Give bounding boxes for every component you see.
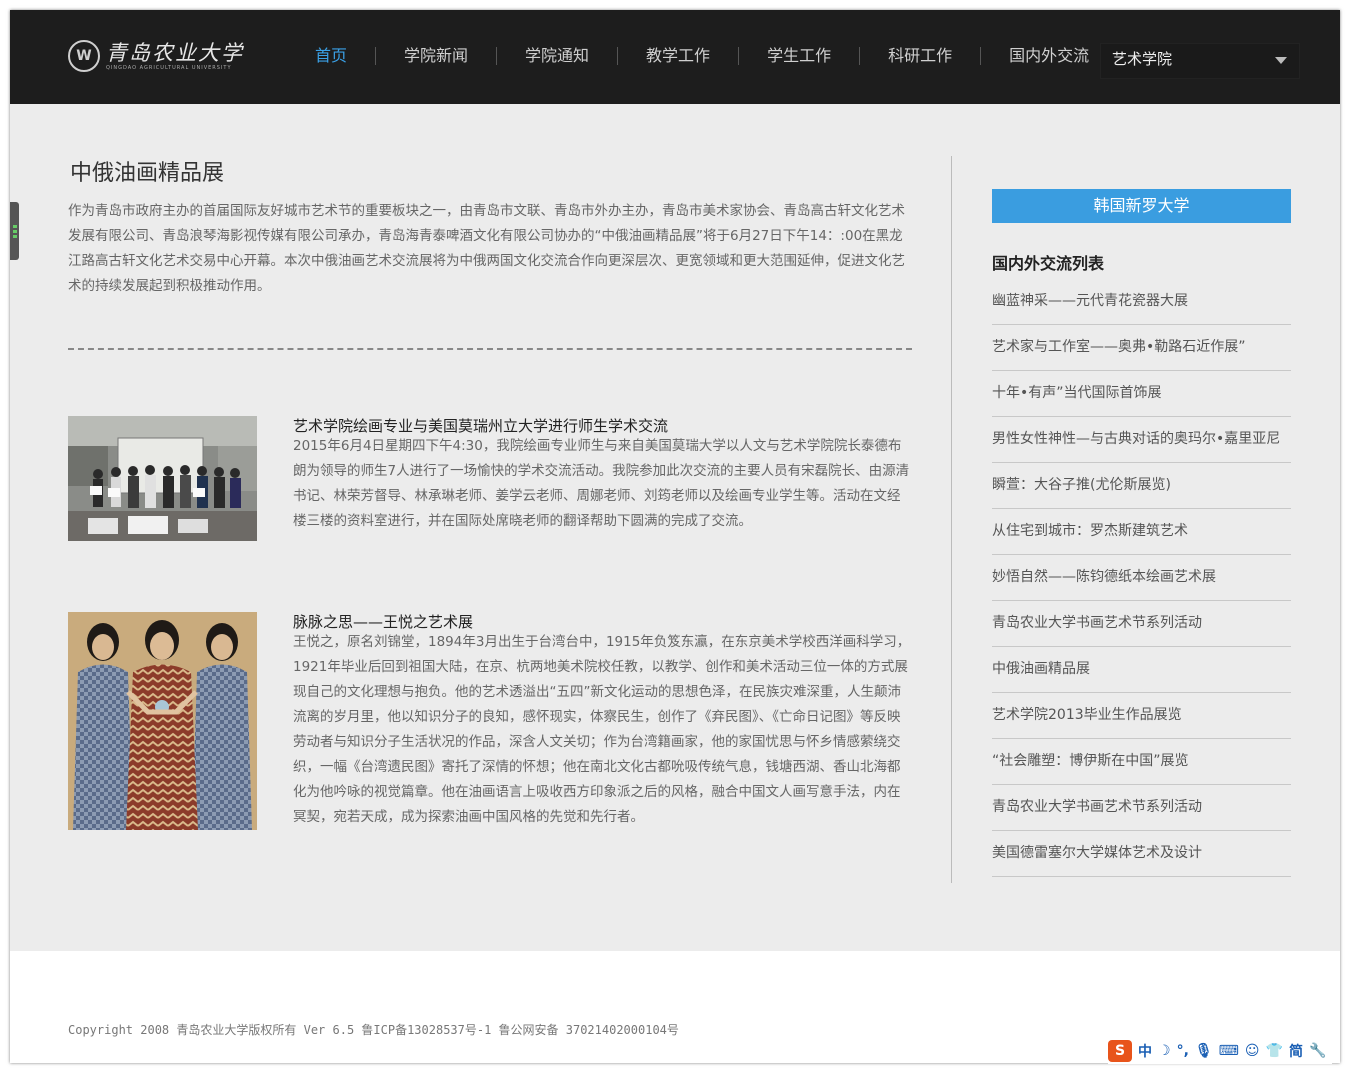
exchange-list-item[interactable]: 中俄油画精品展 [992,648,1291,693]
wrench-icon[interactable]: 🔧 [1309,1043,1326,1059]
college-select[interactable]: 艺术学院 [1100,43,1300,79]
nav-exchange[interactable]: 国内外交流 [980,47,1117,65]
article-summary: 2015年6月4日星期四下午4:30，我院绘画专业师生与来自美国莫瑞大学以人文与… [293,438,910,529]
simplified-toggle[interactable]: 简 [1289,1041,1303,1061]
college-select-value: 艺术学院 [1112,50,1173,68]
article-title[interactable]: 艺术学院绘画专业与美国莫瑞州立大学进行师生学术交流 [293,416,668,436]
exchange-list-item[interactable]: 十年•有声”当代国际首饰展 [992,372,1291,417]
microphone-icon[interactable]: 🎙 [1195,1043,1213,1059]
nav-research[interactable]: 科研工作 [859,47,980,65]
nav-teaching[interactable]: 教学工作 [617,47,738,65]
header: W 青岛农业大学 QINGDAO AGRICULTURAL UNIVERSITY… [10,10,1340,104]
punctuation-icon[interactable]: °, [1177,1043,1189,1059]
exchange-list: 幽蓝神采——元代青花瓷器大展 艺术家与工作室——奥弗•勒路石近作展” 十年•有声… [992,280,1291,878]
moon-icon[interactable]: ☽ [1158,1043,1171,1059]
exchange-list-item[interactable]: 瞬萱：大谷子推(尤伦斯展览) [992,464,1291,509]
exchange-list-item[interactable]: 男性女性神性—与古典对话的奥玛尔•嘉里亚尼 [992,418,1291,463]
ime-toolbar: S 中 ☽ °, 🎙 ⌨ ☺ 👕 简 🔧 [1108,1038,1333,1064]
dashed-divider [68,348,912,350]
nav-news[interactable]: 学院新闻 [375,47,496,65]
page-frame: W 青岛农业大学 QINGDAO AGRICULTURAL UNIVERSITY… [10,10,1340,1063]
exchange-list-item[interactable]: 妙悟自然——陈钧德纸本绘画艺术展 [992,556,1291,601]
exchange-list-item[interactable]: 艺术学院2013毕业生作品展览 [992,694,1291,739]
main-nav: 首页 学院新闻 学院通知 教学工作 学生工作 科研工作 国内外交流 [300,44,1117,65]
exchange-list-item[interactable]: 幽蓝神采——元代青花瓷器大展 [992,280,1291,325]
nav-home[interactable]: 首页 [300,47,375,65]
side-tool-handle[interactable] [10,202,19,260]
exchange-list-item[interactable]: 青岛农业大学书画艺术节系列活动 [992,786,1291,831]
exchange-list-item[interactable]: 艺术家与工作室——奥弗•勒路石近作展” [992,326,1291,371]
sidebar-divider [951,156,952,883]
exchange-list-item[interactable]: 从住宅到城市：罗杰斯建筑艺术 [992,510,1291,555]
keyboard-icon[interactable]: ⌨ [1219,1043,1239,1059]
article-title[interactable]: 脉脉之思——王悦之艺术展 [293,612,473,632]
logo-chinese-name: 青岛农业大学 [106,40,244,65]
logo-seal-icon: W [68,40,100,72]
exchange-list-item[interactable]: 美国德雷塞尔大学媒体艺术及设计 [992,832,1291,877]
exchange-list-item[interactable]: “社会雕塑：博伊斯在中国”展览 [992,740,1291,785]
chevron-down-icon [1275,57,1287,64]
intro-paragraph: 作为青岛市政府主办的首届国际友好城市艺术节的重要板块之一，由青岛市文联、青岛市外… [68,203,905,294]
logo-text: 青岛农业大学 QINGDAO AGRICULTURAL UNIVERSITY [106,41,244,72]
partner-university-button[interactable]: 韩国新罗大学 [992,189,1291,223]
article-thumbnail-painting[interactable] [68,612,257,830]
ime-mode-toggle[interactable]: 中 [1138,1041,1152,1061]
exchange-list-item[interactable]: 青岛农业大学书画艺术节系列活动 [992,602,1291,647]
sogou-logo-icon[interactable]: S [1108,1040,1132,1062]
copyright-text: Copyright 2008 青岛农业大学版权所有 Ver 6.5 鲁ICP备1… [68,1023,679,1037]
logo-english-name: QINGDAO AGRICULTURAL UNIVERSITY [106,64,232,71]
skin-icon[interactable]: 👕 [1266,1043,1283,1059]
page-title: 中俄油画精品展 [70,161,225,186]
article-thumbnail-group-photo[interactable] [68,416,257,541]
article-summary: 王悦之，原名刘锦堂，1894年3月出生于台湾台中，1915年负笈东瀛，在东京美术… [293,634,911,825]
nav-notices[interactable]: 学院通知 [496,47,617,65]
exchange-list-title: 国内外交流列表 [992,254,1105,273]
nav-students[interactable]: 学生工作 [738,47,859,65]
university-logo[interactable]: W 青岛农业大学 QINGDAO AGRICULTURAL UNIVERSITY [68,40,244,72]
user-icon[interactable]: ☺ [1245,1043,1260,1059]
